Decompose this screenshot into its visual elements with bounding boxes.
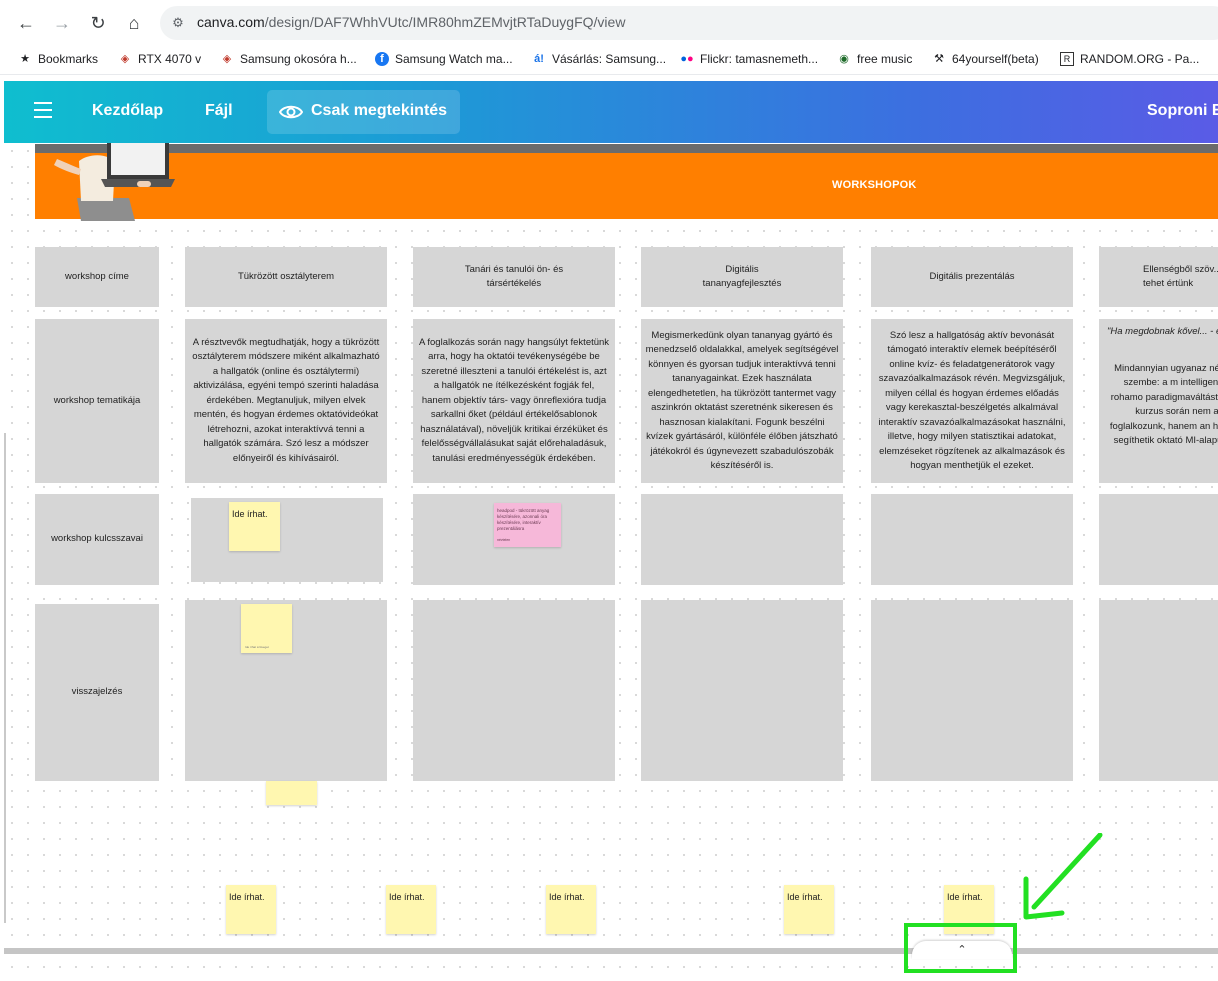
feedback-cell[interactable] (871, 600, 1073, 781)
bookmark-item[interactable]: ●● Flickr: tamasnemeth... (680, 52, 818, 66)
sticky-note[interactable]: Ide írhat. (229, 502, 280, 551)
sticky-note-pink[interactable]: headpod - tükrözött anyag készítésére, a… (494, 503, 561, 547)
keyword-cell[interactable] (1099, 494, 1218, 585)
column-title: Tanári és tanulói ön- és társértékelés (413, 247, 615, 307)
row-label-keywords: workshop kulcsszavai (35, 494, 159, 585)
site-settings-icon[interactable]: ⚙ (168, 13, 188, 33)
bookmark-label: free music (857, 52, 913, 66)
bookmark-label: Vásárlás: Samsung... (552, 52, 667, 66)
menu-icon[interactable] (34, 102, 52, 120)
bookmark-label: RTX 4070 v (138, 52, 202, 66)
keyword-cell[interactable] (191, 498, 383, 582)
url-text[interactable]: canva.com/design/DAF7WhhVUtc/IMR80hmZEMv… (197, 14, 625, 30)
sticky-note-text: headpod - tükrözött anyag készítésére, a… (497, 508, 550, 531)
bookmark-label: Samsung Watch ma... (395, 52, 513, 66)
home-link[interactable]: Kezdőlap (92, 102, 163, 120)
canvas-edge (4, 433, 6, 923)
home-icon[interactable]: ⌂ (122, 11, 146, 35)
feedback-cell[interactable] (1099, 600, 1218, 781)
banner-title: WORKSHOPOK (832, 179, 917, 191)
eye-icon (279, 105, 303, 119)
arukereso-icon: á! (534, 53, 544, 65)
bookmark-item[interactable]: ◈ RTX 4070 v (118, 52, 201, 66)
column-title: Tükrözött osztályterem (185, 247, 387, 307)
music-icon: ◉ (839, 53, 849, 65)
sticky-note[interactable]: Ide írhat. (784, 885, 834, 934)
row-label-title: workshop címe (35, 247, 159, 307)
keyword-cell[interactable] (641, 494, 843, 585)
annotation-arrow-icon (1023, 833, 1103, 920)
workshop-banner (35, 153, 1218, 219)
column-title: Ellenségből szöv... Mit tehet értünk (1099, 247, 1218, 307)
bookmark-label: Bookmarks (38, 52, 99, 66)
flickr-icon: ●● (680, 53, 694, 65)
bookmark-label: Flickr: tamasnemeth... (700, 52, 819, 66)
banner-top-strip (35, 144, 1218, 153)
design-owner-name[interactable]: Soproni E (1147, 102, 1218, 120)
bookmark-item[interactable]: ◈ Samsung okosóra h... (220, 52, 357, 66)
row-label-feedback: visszajelzés (35, 604, 159, 781)
sticky-note[interactable]: Ide írhat. (386, 885, 436, 934)
sticky-note[interactable]: Ide írhat. (226, 885, 276, 934)
topic-text: Mindannyian ugyanaz nézünk szembe: a m i… (1109, 362, 1218, 447)
keyword-cell[interactable] (871, 494, 1073, 585)
tag-icon: ◈ (222, 53, 232, 65)
bookmark-item[interactable]: ⚒ 64yourself(beta) (932, 52, 1039, 66)
reload-icon[interactable]: ↻ (86, 11, 110, 35)
person-laptop-illustration (54, 143, 175, 221)
browser-toolbar: ← → ↻ ⌂ ⚙ canva.com/design/DAF7WhhVUtc/I… (0, 0, 1218, 45)
feedback-cell[interactable] (641, 600, 843, 781)
facebook-icon: f (375, 52, 389, 66)
canva-header: Kezdőlap Fájl Csak megtekintés Soproni E (4, 81, 1218, 143)
bookmark-item[interactable]: f Samsung Watch ma... (375, 52, 513, 66)
bookmark-label: RANDOM.ORG - Pa... (1080, 52, 1200, 66)
topic-cell: Megismerkedünk olyan tananyag gyártó és … (641, 319, 843, 483)
random-icon: R (1060, 52, 1074, 66)
sticky-note[interactable] (266, 781, 317, 805)
sticky-note[interactable]: Ide írhat. (546, 885, 596, 934)
bookmark-item[interactable]: ★ Bookmarks (18, 52, 98, 66)
bookmark-item[interactable]: á! Vásárlás: Samsung... (532, 52, 666, 66)
address-bar[interactable]: ⚙ canva.com/design/DAF7WhhVUtc/IMR80hmZE… (160, 6, 1218, 40)
annotation-highlight-box (904, 923, 1017, 973)
row-label-topic: workshop tematikája (35, 319, 159, 483)
bookmark-item[interactable]: ◉ free music (837, 52, 912, 66)
bookmarks-bar: ★ Bookmarks ◈ RTX 4070 v ◈ Samsung okosóra … (0, 45, 1218, 75)
topic-cell: A résztvevők megtudhatják, hogy a tükröz… (185, 319, 387, 483)
view-only-button[interactable]: Csak megtekintés (267, 90, 460, 134)
view-only-label: Csak megtekintés (311, 102, 448, 119)
url-host: canva.com (197, 14, 265, 30)
column-title: Digitális tananyagfejlesztés (641, 247, 843, 307)
bookmark-label: Samsung okosóra h... (240, 52, 357, 66)
design-canvas[interactable]: WORKSHOPOK workshop címe Tükrözött osztá… (4, 143, 1218, 981)
topic-quote: "Ha megdobnak kővel... - é (1107, 326, 1218, 337)
forward-arrow-icon[interactable]: → (50, 11, 74, 35)
tag-icon: ◈ (120, 53, 130, 65)
column-title: Digitális prezentálás (871, 247, 1073, 307)
bookmark-item[interactable]: R RANDOM.ORG - Pa... (1060, 52, 1199, 66)
feedback-cell[interactable] (413, 600, 615, 781)
url-path: /design/DAF7WhhVUtc/IMR80hmZEMvjtRTaDuyg… (264, 14, 626, 30)
hammer-icon: ⚒ (934, 53, 944, 65)
bookmark-label: 64yourself(beta) (952, 52, 1039, 66)
file-menu[interactable]: Fájl (205, 102, 233, 120)
sticky-note-author: névtelen (497, 538, 511, 542)
horizontal-scrollbar[interactable] (4, 948, 1218, 954)
star-icon: ★ (20, 53, 30, 65)
back-arrow-icon[interactable]: ← (14, 11, 38, 35)
topic-cell: A foglalkozás során nagy hangsúlyt fekte… (413, 319, 615, 483)
topic-cell: Szó lesz a hallgatóság aktív bevonását t… (871, 319, 1073, 483)
sticky-note[interactable]: Ide írhat szöveget (241, 604, 292, 653)
topic-cell: "Ha megdobnak kővel... - é Mindannyian u… (1099, 319, 1218, 483)
